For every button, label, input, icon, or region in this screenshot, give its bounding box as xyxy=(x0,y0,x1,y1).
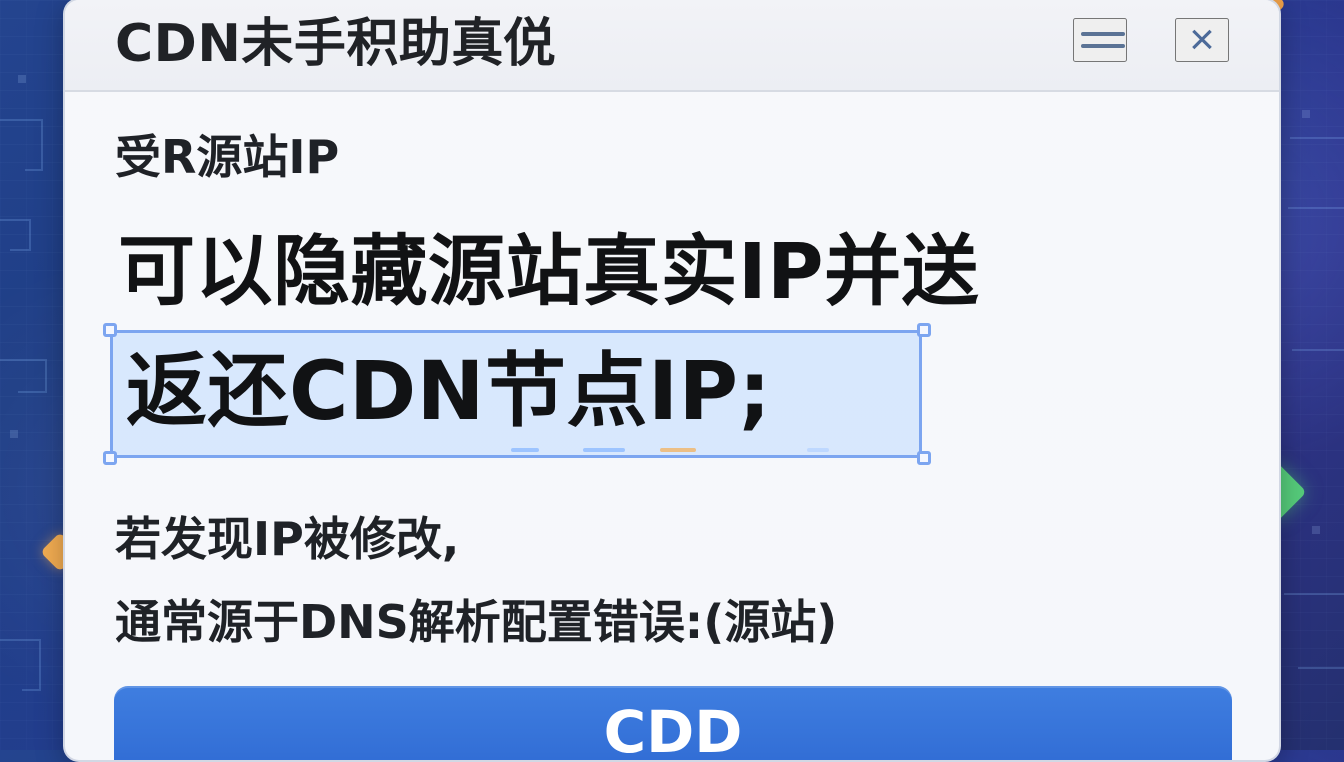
body-text-line-2: 通常源于DNS解析配置错误:(源站) xyxy=(115,595,838,649)
subheading: 受R源站IP xyxy=(115,130,340,184)
selection-handle-top-right[interactable] xyxy=(917,323,931,337)
selection-handle-bottom-right[interactable] xyxy=(917,451,931,465)
main-text-line-1: 可以隐藏源站真实IP并送 xyxy=(118,228,980,317)
selection-handle-bottom-left[interactable] xyxy=(103,451,117,465)
main-text-line-2: 返还CDN节点IP; xyxy=(126,345,772,439)
close-icon: × xyxy=(1189,15,1215,64)
selection-handle-top-left[interactable] xyxy=(103,323,117,337)
dialog-content: 受R源站IP 可以隐藏源站真实IP并送 返还CDN节点IP; 若发现IP被修改,… xyxy=(65,92,1279,760)
primary-button[interactable]: CDD xyxy=(114,686,1232,760)
body-text-line-1: 若发现IP被修改, xyxy=(115,512,460,566)
cdn-dialog: CDN未手积助真侻 × 受R源站IP 可以隐藏源站真实IP并送 返还CDN节点I… xyxy=(63,0,1281,762)
menu-button[interactable] xyxy=(1073,18,1127,62)
menu-icon xyxy=(1081,27,1125,53)
dialog-titlebar: CDN未手积助真侻 × xyxy=(65,0,1279,92)
window-title: CDN未手积助真侻 xyxy=(115,14,557,74)
selected-text-region[interactable]: 返还CDN节点IP; xyxy=(103,323,931,465)
close-button[interactable]: × xyxy=(1175,18,1229,62)
